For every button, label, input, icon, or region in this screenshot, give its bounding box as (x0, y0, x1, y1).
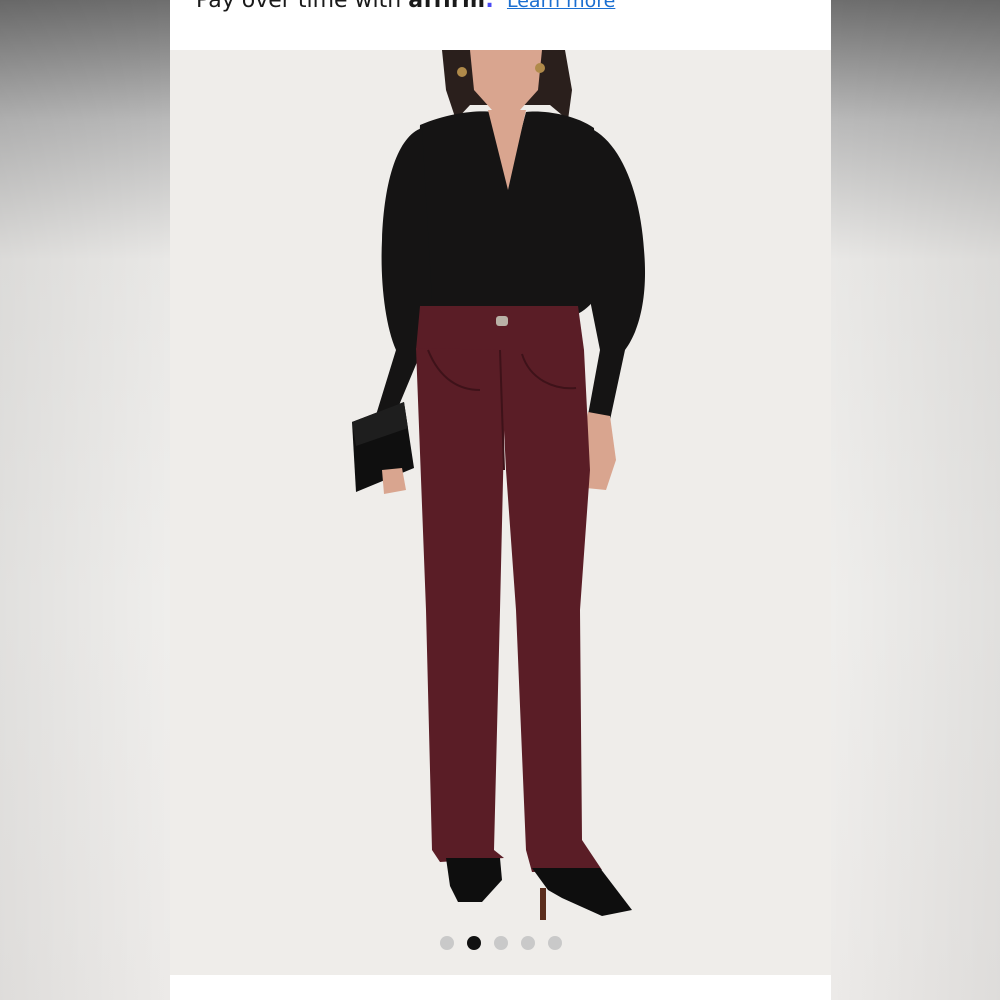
affirm-banner: Pay over time with affirm. Learn more (170, 0, 831, 50)
boot-heel-right (540, 888, 546, 920)
product-image[interactable] (170, 50, 831, 975)
jeans-left-leg (416, 348, 506, 862)
backdrop-shade-right (830, 0, 1000, 1000)
carousel-dot-4[interactable] (520, 936, 535, 950)
affirm-logo: affirm. (408, 0, 494, 13)
affirm-logo-text: affirm (408, 0, 486, 13)
bottom-strip (170, 975, 831, 1000)
carousel-dot-1[interactable] (439, 936, 454, 950)
jeans-button (496, 316, 508, 326)
jeans-right-leg (500, 350, 602, 872)
affirm-prefix-text: Pay over time with (196, 0, 409, 13)
carousel-dot-2[interactable] (466, 936, 481, 950)
affirm-logo-mark: . (485, 0, 494, 13)
product-listing-frame: Pay over time with affirm. Learn more (170, 0, 831, 1000)
carousel-dot-5[interactable] (547, 936, 562, 950)
earring-left (457, 67, 467, 77)
earring-right (535, 63, 545, 73)
blouse-sleeve-right (588, 128, 646, 420)
product-photo-illustration (352, 50, 646, 920)
backdrop-shade-left (0, 0, 170, 1000)
model-hand-left (382, 468, 406, 494)
learn-more-link[interactable]: Learn more (507, 0, 615, 12)
carousel-dots (170, 935, 831, 951)
affirm-text-line: Pay over time with affirm. Learn more (196, 0, 615, 16)
jeans-waist (416, 306, 584, 350)
carousel-dot-3[interactable] (493, 936, 508, 950)
boot-left (446, 858, 502, 902)
boot-right (532, 868, 632, 916)
